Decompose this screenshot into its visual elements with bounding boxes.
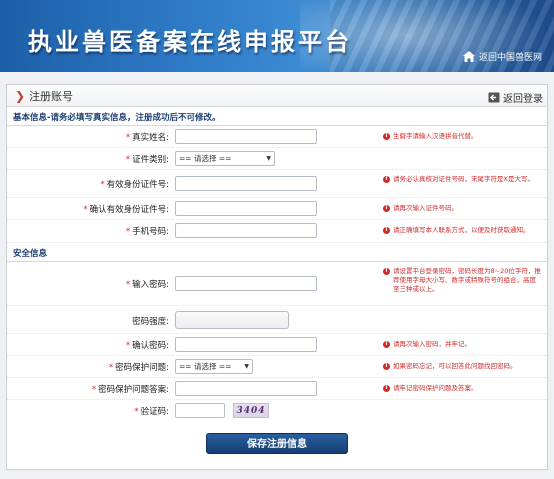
answer-hint: i 请牢记密码保护问题及答案。 [383, 384, 541, 393]
password-strength-meter [175, 311, 289, 329]
row-real-name: * 真实姓名: i 生僻字请输入汉语拼音代替。 [7, 126, 547, 148]
id-number-label: * 有效身份证件号: [100, 180, 169, 190]
id-number-input[interactable] [175, 176, 317, 191]
id-confirm-hint: i 请再次输入证件号码。 [383, 204, 541, 213]
back-login-label: 返回登录 [503, 94, 543, 105]
info-icon: i [383, 385, 390, 392]
section-security-info: 安全信息 [7, 246, 547, 262]
id-confirm-label: * 确认有效身份证件号: [83, 205, 169, 215]
site-title: 执业兽医备案在线申报平台 [28, 28, 352, 56]
captcha-label: * 验证码: [134, 407, 169, 417]
back-arrow-icon [488, 92, 500, 103]
row-password: * 输入密码: i 请设置平台登录密码，密码长度为8~20位字符，推荐使用字母大小写… [7, 262, 547, 306]
id-confirm-input[interactable] [175, 201, 317, 216]
real-name-hint: i 生僻字请输入汉语拼音代替。 [383, 132, 541, 141]
real-name-input[interactable] [175, 129, 317, 144]
register-panel: ❯ 注册账号 返回登录 基本信息-请务必填写真实信息，注册成功后不可修改。 * 真… [6, 84, 548, 470]
row-strength: 密码强度: [7, 306, 547, 334]
info-icon: i [383, 268, 390, 275]
password-confirm-hint: i 请再次输入密码，并牢记。 [383, 340, 541, 349]
strength-label: 密码强度: [132, 317, 169, 327]
section-basic-info: 基本信息-请务必填写真实信息，注册成功后不可修改。 [7, 110, 547, 126]
id-type-select[interactable]: == 请选择 == ▼ [175, 151, 275, 166]
password-hint: i 请设置平台登录密码，密码长度为8~20位字符，推荐使用字母大小写、数字或特殊符… [383, 267, 541, 294]
row-id-confirm: * 确认有效身份证件号: i 请再次输入证件号码。 [7, 198, 547, 220]
info-icon: i [383, 176, 390, 183]
phone-hint: i 请正确填写本人联系方式，以便及时获取通知。 [383, 226, 541, 235]
home-icon [462, 51, 475, 62]
chevron-right-icon: ❯ [15, 88, 26, 103]
info-icon: i [383, 205, 390, 212]
header-banner: 执业兽医备案在线申报平台 返回中国兽医网 [0, 0, 554, 72]
answer-label: * 密码保护问题答案: [91, 385, 169, 395]
chevron-down-icon: ▼ [266, 155, 271, 162]
row-id-number: * 有效身份证件号: i 请务必认真核对证件号码，末尾字符是X是大写。 [7, 170, 547, 198]
back-home-label: 返回中国兽医网 [478, 53, 542, 63]
phone-input[interactable] [175, 223, 317, 238]
phone-label: * 手机号码: [125, 227, 169, 237]
row-id-type: * 证件类别: == 请选择 == ▼ [7, 148, 547, 170]
id-number-hint: i 请务必认真核对证件号码，末尾字符是X是大写。 [383, 175, 541, 184]
id-type-label: * 证件类别: [125, 155, 169, 165]
question-label: * 密码保护问题: [108, 363, 169, 373]
password-confirm-label: * 确认密码: [125, 341, 169, 351]
password-input[interactable] [175, 276, 317, 291]
info-icon: i [383, 341, 390, 348]
save-register-button[interactable]: 保存注册信息 [206, 433, 348, 454]
panel-header: ❯ 注册账号 返回登录 [7, 85, 547, 107]
chevron-down-icon: ▼ [244, 363, 249, 370]
security-answer-input[interactable] [175, 381, 317, 396]
info-icon: i [383, 133, 390, 140]
captcha-image[interactable]: 3404 [233, 403, 269, 418]
row-security-question: * 密码保护问题: == 请选择 == ▼ i 如果密码忘记，可以回答此问题找回密码。 [7, 356, 547, 378]
password-label: * 输入密码: [125, 280, 169, 290]
back-login-link[interactable]: 返回登录 [488, 90, 543, 105]
captcha-input[interactable] [175, 403, 225, 418]
back-home-link[interactable]: 返回中国兽医网 [462, 50, 542, 63]
row-security-answer: * 密码保护问题答案: i 请牢记密码保护问题及答案。 [7, 378, 547, 400]
row-phone: * 手机号码: i 请正确填写本人联系方式，以便及时获取通知。 [7, 220, 547, 243]
security-question-select[interactable]: == 请选择 == ▼ [175, 359, 253, 374]
password-confirm-input[interactable] [175, 337, 317, 352]
row-captcha: * 验证码: 3404 [7, 400, 547, 424]
question-hint: i 如果密码忘记，可以回答此问题找回密码。 [383, 362, 541, 371]
info-icon: i [383, 363, 390, 370]
row-password-confirm: * 确认密码: i 请再次输入密码，并牢记。 [7, 334, 547, 356]
panel-title: 注册账号 [29, 89, 74, 103]
info-icon: i [383, 227, 390, 234]
real-name-label: * 真实姓名: [125, 133, 169, 143]
